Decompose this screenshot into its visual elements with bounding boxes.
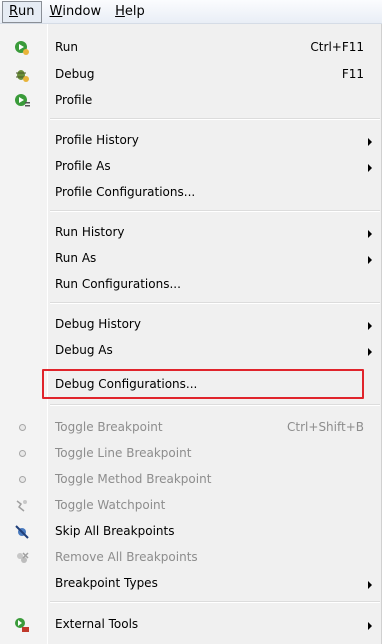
- menu-item-skip-all-breakpoints-label: Skip All Breakpoints: [55, 524, 175, 538]
- menu-item-profile-configurations-label: Profile Configurations...: [55, 185, 196, 199]
- menubar-help-mnemonic: H: [115, 4, 125, 19]
- menu-item-remove-all-breakpoints-label: Remove All Breakpoints: [55, 550, 198, 564]
- menu-item-debug[interactable]: Debug F11: [0, 62, 382, 88]
- submenu-arrow-icon: [368, 581, 372, 589]
- menu-separator: [50, 302, 380, 304]
- menu-item-profile-as[interactable]: Profile As: [0, 154, 382, 180]
- menu-item-profile-configurations[interactable]: Profile Configurations...: [0, 180, 382, 206]
- menu-separator: [50, 601, 380, 603]
- submenu-arrow-icon: [368, 348, 372, 356]
- menu-item-run-history-label: Run History: [55, 225, 125, 239]
- external-tools-icon: [14, 617, 30, 633]
- debug-icon: [14, 67, 30, 83]
- menu-item-profile-history-label: Profile History: [55, 133, 139, 147]
- menu-item-profile[interactable]: Profile: [0, 88, 382, 114]
- menubar-help[interactable]: Help: [109, 1, 151, 23]
- menu-item-profile-history[interactable]: Profile History: [0, 128, 382, 154]
- menubar-window-mnemonic: W: [49, 4, 63, 19]
- menubar-help-label: elp: [124, 4, 145, 19]
- menu-item-toggle-breakpoint-shortcut: Ctrl+Shift+B: [287, 420, 364, 434]
- menu-item-toggle-breakpoint[interactable]: Toggle Breakpoint Ctrl+Shift+B: [0, 415, 382, 441]
- menu-item-run-label: Run: [55, 40, 79, 54]
- debug-configurations-highlight-box: [42, 369, 364, 399]
- watchpoint-icon: [14, 498, 30, 514]
- menu-item-debug-label: Debug: [55, 67, 95, 81]
- menu-item-debug-history-label: Debug History: [55, 317, 141, 331]
- submenu-arrow-icon: [368, 164, 372, 172]
- menu-item-debug-as[interactable]: Debug As: [0, 338, 382, 364]
- menu-bar: Run Window Help: [0, 0, 382, 24]
- menu-item-toggle-line-breakpoint-label: Toggle Line Breakpoint: [55, 446, 192, 460]
- menu-item-run-as-label: Run As: [55, 251, 97, 265]
- menu-item-toggle-method-breakpoint[interactable]: Toggle Method Breakpoint: [0, 467, 382, 493]
- menu-item-profile-label: Profile: [55, 93, 93, 107]
- menu-item-debug-as-label: Debug As: [55, 343, 113, 357]
- menu-item-profile-as-label: Profile As: [55, 159, 111, 173]
- menu-item-run[interactable]: Run Ctrl+F11: [0, 35, 382, 61]
- menu-item-debug-history[interactable]: Debug History: [0, 312, 382, 338]
- menu-item-run-shortcut: Ctrl+F11: [310, 40, 364, 54]
- submenu-arrow-icon: [368, 622, 372, 630]
- submenu-arrow-icon: [368, 256, 372, 264]
- submenu-arrow-icon: [368, 230, 372, 238]
- menubar-window-label: indow: [62, 4, 102, 19]
- menu-item-breakpoint-types-label: Breakpoint Types: [55, 576, 158, 590]
- breakpoint-icon: [19, 424, 26, 431]
- menu-item-debug-shortcut: F11: [341, 67, 364, 81]
- submenu-arrow-icon: [368, 138, 372, 146]
- menubar-run-label: un: [18, 4, 35, 19]
- menu-item-toggle-line-breakpoint[interactable]: Toggle Line Breakpoint: [0, 441, 382, 467]
- menu-separator: [50, 404, 380, 406]
- menu-separator: [50, 118, 380, 120]
- menu-item-toggle-method-breakpoint-label: Toggle Method Breakpoint: [55, 472, 212, 486]
- remove-breakpoints-icon: [14, 550, 30, 566]
- menu-item-skip-all-breakpoints[interactable]: Skip All Breakpoints: [0, 519, 382, 545]
- method-breakpoint-icon: [19, 476, 26, 483]
- submenu-arrow-icon: [368, 322, 372, 330]
- menu-item-toggle-watchpoint-label: Toggle Watchpoint: [55, 498, 166, 512]
- menu-item-run-history[interactable]: Run History: [0, 220, 382, 246]
- menubar-window[interactable]: Window: [44, 1, 108, 23]
- menubar-run-mnemonic: R: [9, 4, 19, 19]
- menu-item-external-tools[interactable]: External Tools: [0, 612, 382, 638]
- menu-item-run-as[interactable]: Run As: [0, 246, 382, 272]
- menu-item-run-configurations-label: Run Configurations...: [55, 277, 181, 291]
- run-menu-dropdown: Run Ctrl+F11 Debug F11 Profile Profile H…: [0, 24, 382, 644]
- menu-item-external-tools-label: External Tools: [55, 617, 139, 631]
- menu-item-run-configurations[interactable]: Run Configurations...: [0, 272, 382, 298]
- menu-separator: [50, 210, 380, 212]
- menubar-run[interactable]: Run: [2, 0, 42, 23]
- line-breakpoint-icon: [19, 450, 26, 457]
- menu-item-toggle-watchpoint[interactable]: Toggle Watchpoint: [0, 493, 382, 519]
- menu-item-remove-all-breakpoints[interactable]: Remove All Breakpoints: [0, 545, 382, 571]
- profile-icon: [14, 93, 30, 109]
- skip-breakpoints-icon: [14, 524, 30, 540]
- run-icon: [14, 40, 30, 56]
- menu-item-toggle-breakpoint-label: Toggle Breakpoint: [55, 420, 163, 434]
- menu-item-breakpoint-types[interactable]: Breakpoint Types: [0, 571, 382, 597]
